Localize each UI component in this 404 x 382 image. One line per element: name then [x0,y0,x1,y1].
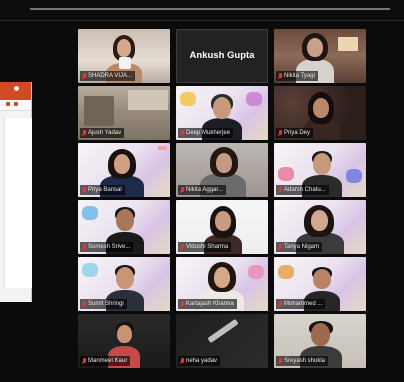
participant-name-label: Manmeet Kaur [80,356,131,366]
participant-tile[interactable]: Nikita Tyagi [274,29,366,83]
participant-tile[interactable]: Kartajash Khanna [176,257,268,311]
shared-screen-window[interactable] [0,82,32,302]
participant-tile[interactable]: Ajush Yadav [78,86,170,140]
top-bar [0,0,404,21]
participant-tile[interactable]: Mohammed ... [274,257,366,311]
participant-tile[interactable]: Sumit Shringi [78,257,170,311]
shared-document-page [4,118,32,288]
muted-mic-icon [82,129,86,137]
participant-name-label: Ajush Yadav [80,128,125,138]
participant-name-label: Priya Dey [276,128,314,138]
video-gallery: SHADRA VIJA... Ankush Gupta Nikita Tyagi… [78,29,366,368]
muted-mic-icon [180,357,184,365]
participant-tile[interactable]: Sreyash shukla [274,314,366,368]
participant-tile[interactable]: Vidushi Sharma [176,200,268,254]
participant-name-label: Sumit Shringi [80,299,127,309]
muted-mic-icon [278,129,282,137]
app-logo-icon [14,86,19,91]
muted-mic-icon [82,186,86,194]
participant-tile[interactable]: Nikita Aggar... [176,143,268,197]
participant-name-label: Priya Bansal [80,185,125,195]
participant-name-label: Tanya Nigam [276,242,323,252]
participant-name-label: Nikita Aggar... [178,185,227,195]
muted-mic-icon [82,243,86,251]
muted-mic-icon [82,357,86,365]
participant-name-label: Nikita Tyagi [276,71,318,81]
event-logo-icon [158,146,167,150]
ribbon-icon [6,102,10,106]
participant-name-label: Mohammed ... [276,299,326,309]
participant-name-label: Somesh Srive... [80,242,134,252]
participant-name-label: Adarsh Chatu... [276,185,329,195]
muted-mic-icon [278,72,282,80]
muted-mic-icon [180,186,184,194]
participant-tile[interactable]: neha yadav [176,314,268,368]
ribbon-icon [14,102,18,106]
participant-tile[interactable]: Tanya Nigam [274,200,366,254]
muted-mic-icon [82,300,86,308]
participant-name-label: Vidushi Sharma [178,242,232,252]
participant-name-label: Kartajash Khanna [178,299,237,309]
muted-mic-icon [278,357,282,365]
participant-tile[interactable]: Priya Dey [274,86,366,140]
participant-tile[interactable]: SHADRA VIJA... [78,29,170,83]
participant-tile[interactable]: Somesh Srive... [78,200,170,254]
participant-tile[interactable]: Manmeet Kaur [78,314,170,368]
shared-app-ribbon [0,100,31,111]
muted-mic-icon [180,300,184,308]
muted-mic-icon [278,186,282,194]
participant-name-label: Sreyash shukla [276,356,329,366]
participant-tile[interactable]: Deep Mukherjee [176,86,268,140]
muted-mic-icon [278,243,282,251]
muted-mic-icon [278,300,282,308]
muted-mic-icon [82,72,86,80]
participant-tile[interactable]: Priya Bansal [78,143,170,197]
participant-name-label: Deep Mukherjee [178,128,234,138]
participant-tile[interactable]: Ankush Gupta [176,29,268,83]
participant-tile[interactable]: Adarsh Chatu... [274,143,366,197]
participant-name-label: Ankush Gupta [189,50,255,61]
participant-name-label: neha yadav [178,356,221,366]
muted-mic-icon [180,243,184,251]
muted-mic-icon [180,129,184,137]
shared-app-titlebar [0,82,31,100]
top-divider [30,8,390,10]
participant-name-label: SHADRA VIJA... [80,71,136,81]
